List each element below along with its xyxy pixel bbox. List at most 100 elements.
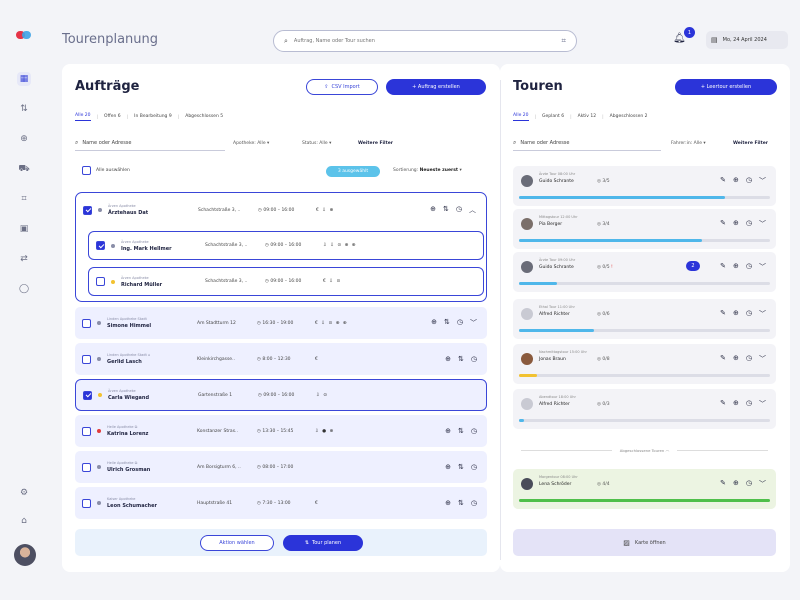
routes-icon[interactable]: ⇅	[17, 102, 31, 116]
order-row[interactable]: Helle Apotheke ⧉ Ulrich Grosman Am Borsi…	[75, 451, 487, 483]
tour-card[interactable]: Nachmittagstour 15:00 Uhr Jonas Braun ◎ …	[513, 344, 776, 384]
globe-icon[interactable]: ⊕	[431, 318, 437, 328]
globe-icon[interactable]: ⊕	[445, 463, 451, 471]
edit-icon[interactable]: ✎	[720, 309, 726, 319]
globe-icon[interactable]: ⊕	[733, 399, 739, 409]
calculator-icon[interactable]: ▣	[17, 222, 31, 236]
tab-open[interactable]: Offen 6	[104, 114, 121, 121]
select-all-checkbox[interactable]	[82, 166, 91, 175]
date-picker[interactable]: ▤ Mo, 24 April 2024	[706, 31, 788, 49]
global-search-input[interactable]	[293, 38, 562, 44]
route-icon[interactable]: ⇅	[458, 463, 464, 471]
tab-in-progress[interactable]: In Bearbeitung 9	[134, 114, 172, 121]
route-icon[interactable]: ⇅	[458, 427, 464, 435]
sort-dropdown[interactable]: Sortierung: Neueste zuerst ▾	[393, 168, 462, 173]
more-filters-link[interactable]: Weitere Filter	[358, 141, 393, 146]
chevron-up-icon[interactable]: ︿	[469, 205, 476, 215]
clock-icon[interactable]: ◷	[746, 262, 752, 272]
open-map-button[interactable]: ▨ Karte öffnen	[513, 529, 776, 556]
order-subrow[interactable]: Ärzen Apotheke Ing. Mark Hellmer Schacht…	[88, 231, 484, 260]
chat-icon[interactable]: ◯	[17, 282, 31, 296]
clock-icon[interactable]: ◷	[471, 499, 477, 507]
building-icon[interactable]: ⌂	[17, 514, 31, 528]
clock-icon[interactable]: ◷	[471, 355, 477, 363]
dashboard-icon[interactable]: ▦	[17, 72, 31, 86]
truck-icon[interactable]: ⛟	[17, 162, 31, 176]
user-avatar[interactable]	[14, 544, 36, 566]
select-all[interactable]: Alle auswählen	[82, 166, 130, 175]
choose-action-button[interactable]: Aktion wählen	[200, 535, 274, 551]
tour-card[interactable]: Mittagstour 12:00 Uhr Pia Berger ◎ 3/4 ✎…	[513, 209, 776, 249]
order-row[interactable]: Linden Apotheke Stadt Simone Himmel Am S…	[75, 307, 487, 339]
tour-card[interactable]: Ärzte Tour 08:00 Uhr Guido Schrante ◎ 3/…	[513, 166, 776, 206]
order-subrow[interactable]: Ärzen Apotheke Richard Müller Schachtstr…	[88, 267, 484, 296]
globe-icon[interactable]: ⊕	[445, 427, 451, 435]
clock-icon[interactable]: ◷	[746, 309, 752, 319]
tab-closed[interactable]: Abgeschlossen 2	[610, 114, 648, 121]
globe-icon[interactable]: ⊕	[733, 219, 739, 229]
global-search[interactable]: ⌕ ⌗	[273, 30, 577, 52]
globe-icon[interactable]: ⊕	[733, 262, 739, 272]
qr-scan-icon[interactable]: ⌗	[561, 36, 566, 46]
row-checkbox[interactable]	[82, 498, 91, 508]
chevron-down-icon[interactable]: ﹀	[759, 176, 766, 186]
pharmacy-filter-dropdown[interactable]: Apotheke: Alle ▾	[233, 141, 269, 146]
clock-icon[interactable]: ◷	[746, 354, 752, 364]
globe-icon[interactable]: ⊕	[430, 205, 436, 215]
route-icon[interactable]: ⇅	[458, 499, 464, 507]
tab-all[interactable]: Alle 20	[513, 113, 529, 121]
tab-all[interactable]: Alle 20	[75, 113, 91, 121]
create-order-button[interactable]: + Auftrag erstellen	[386, 79, 486, 95]
route-icon[interactable]: ⇅	[444, 318, 450, 328]
edit-icon[interactable]: ✎	[720, 176, 726, 186]
row-checkbox[interactable]	[82, 426, 91, 436]
create-empty-tour-button[interactable]: + Leertour erstellen	[675, 79, 777, 95]
plan-tour-button[interactable]: ⇅ Tour planen	[283, 535, 363, 551]
order-row[interactable]: Ärzen Apotheke Carla Wiegand Gartenstraß…	[75, 379, 487, 411]
csv-import-button[interactable]: ⇪ CSV Import	[306, 79, 378, 95]
tour-card[interactable]: Ärzte Tour 09:00 Uhr Guido Schrante ◎ 0/…	[513, 252, 776, 292]
tour-card-closed[interactable]: Morgentour 08:00 Uhr Lena Schröder ◎ 4/4…	[513, 469, 776, 509]
driver-filter-dropdown[interactable]: Fahrer:in: Alle ▾	[671, 141, 706, 146]
edit-icon[interactable]: ✎	[720, 219, 726, 229]
edit-icon[interactable]: ✎	[720, 354, 726, 364]
clock-icon[interactable]: ◷	[471, 427, 477, 435]
row-checkbox[interactable]	[82, 354, 91, 364]
scan-icon[interactable]: ⌗	[17, 192, 31, 206]
edit-icon[interactable]: ✎	[720, 399, 726, 409]
clock-icon[interactable]: ◷	[746, 479, 752, 489]
tour-card[interactable]: Ethal Tour 11:00 Uhr Alfred Richter ◎ 0/…	[513, 299, 776, 339]
globe-icon[interactable]: ⊕	[445, 355, 451, 363]
globe-icon[interactable]: ⊕	[445, 499, 451, 507]
clock-icon[interactable]: ◷	[457, 318, 463, 328]
settings-icon[interactable]: ⚙	[17, 486, 31, 500]
order-row[interactable]: Linden Apotheke Stadt ⌂ Gerlid Lasch Kle…	[75, 343, 487, 375]
chevron-down-icon[interactable]: ﹀	[759, 262, 766, 272]
clock-icon[interactable]: ◷	[746, 176, 752, 186]
tab-planned[interactable]: Geplant 6	[542, 114, 564, 121]
clock-icon[interactable]: ◷	[746, 219, 752, 229]
chevron-down-icon[interactable]: ﹀	[759, 399, 766, 409]
row-checkbox[interactable]	[83, 205, 92, 215]
globe-icon[interactable]: ⊕	[733, 176, 739, 186]
route-icon[interactable]: ⇅	[458, 355, 464, 363]
clock-icon[interactable]: ◷	[471, 463, 477, 471]
order-row[interactable]: Helle Apotheke ⧉ Katrina Lorenz Konstanz…	[75, 415, 487, 447]
row-checkbox[interactable]	[82, 318, 91, 328]
globe-icon[interactable]: ⊕	[733, 354, 739, 364]
closed-tours-divider[interactable]: Abgeschlossene Touren ︿	[513, 447, 776, 453]
chevron-down-icon[interactable]: ﹀	[759, 219, 766, 229]
chevron-down-icon[interactable]: ﹀	[759, 354, 766, 364]
route-icon[interactable]: ⇅	[443, 205, 449, 215]
tab-active[interactable]: Aktiv 12	[578, 114, 597, 121]
chevron-down-icon[interactable]: ﹀	[759, 479, 766, 489]
globe-icon[interactable]: ⊕	[17, 132, 31, 146]
chevron-down-icon[interactable]: ﹀	[470, 318, 477, 328]
edit-icon[interactable]: ✎	[720, 479, 726, 489]
row-checkbox[interactable]	[82, 462, 91, 472]
chevron-down-icon[interactable]: ﹀	[759, 309, 766, 319]
tours-search-input[interactable]: ⌕ Name oder Adresse	[513, 139, 661, 151]
edit-icon[interactable]: ✎	[720, 262, 726, 272]
more-filters-link[interactable]: Weitere Filter	[733, 141, 768, 146]
globe-icon[interactable]: ⊕	[733, 479, 739, 489]
